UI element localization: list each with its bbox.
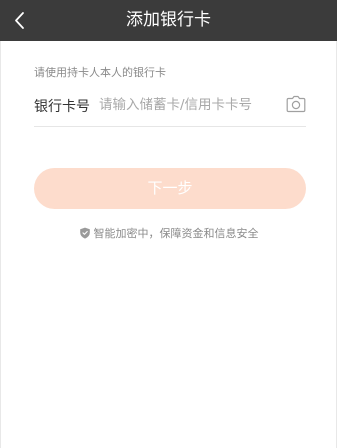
card-holder-hint: 请使用持卡人本人的银行卡 — [34, 66, 166, 79]
back-button[interactable] — [6, 4, 36, 36]
shield-icon — [79, 227, 91, 239]
chevron-left-icon — [6, 4, 36, 36]
page-title: 添加银行卡 — [126, 10, 211, 30]
navigation-bar: 添加银行卡 — [0, 0, 337, 41]
card-number-label: 银行卡号 — [34, 99, 90, 115]
divider — [0, 41, 1, 448]
camera-icon[interactable] — [286, 95, 306, 113]
next-button[interactable]: 下一步 — [34, 168, 306, 209]
add-bank-card-screen: 添加银行卡 请使用持卡人本人的银行卡 银行卡号 下一步 智能加密中，保障资金和信… — [0, 0, 337, 448]
security-note: 智能加密中，保障资金和信息安全 — [0, 225, 337, 241]
card-number-row: 银行卡号 — [34, 86, 306, 127]
security-note-text: 智能加密中，保障资金和信息安全 — [93, 227, 259, 240]
card-number-input[interactable] — [99, 93, 274, 117]
